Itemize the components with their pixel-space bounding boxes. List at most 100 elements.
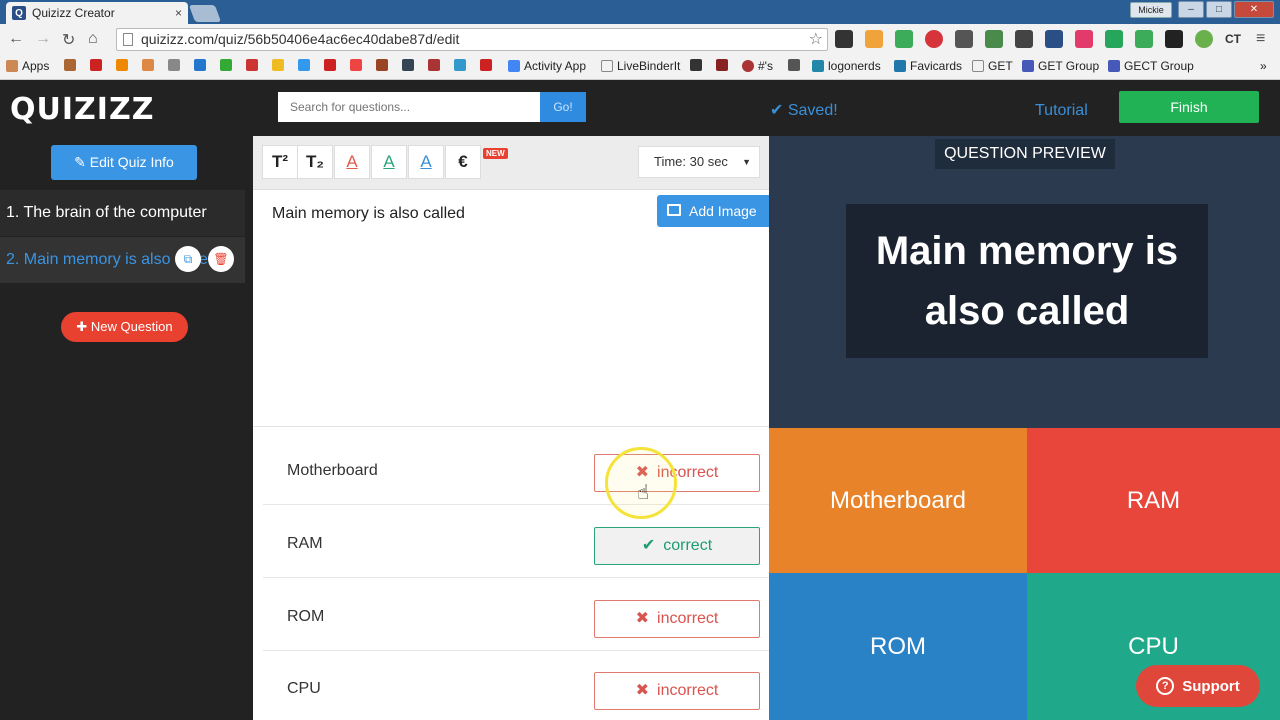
bookmark-favicon-icon <box>298 59 310 71</box>
back-icon[interactable]: ← <box>8 30 24 48</box>
extension-icon[interactable] <box>1165 30 1183 48</box>
edit-quiz-info-button[interactable]: ✎ Edit Quiz Info <box>51 145 197 180</box>
address-bar[interactable]: quizizz.com/quiz/56b50406e4ac6ec40dabe87… <box>116 28 828 51</box>
bookmark-activity-app[interactable]: Activity App <box>508 59 586 73</box>
support-button[interactable]: ? Support <box>1136 665 1260 707</box>
home-icon[interactable]: ⌂ <box>88 30 98 48</box>
answer-status-button-2[interactable]: ✔ correct <box>594 527 760 565</box>
answer-text-1[interactable]: Motherboard <box>287 462 378 480</box>
bookmark-hashes[interactable]: #'s <box>742 59 773 73</box>
bookmark-gect-group[interactable]: GECT Group <box>1108 59 1194 73</box>
answer-status-button-1[interactable]: ✖ incorrect <box>594 454 760 492</box>
answer-text-2[interactable]: RAM <box>287 535 323 553</box>
answer-status-button-4[interactable]: ✖ incorrect <box>594 672 760 710</box>
drive-icon[interactable] <box>895 30 913 48</box>
extension-icon[interactable] <box>985 30 1003 48</box>
window-close-icon[interactable]: ✕ <box>1234 1 1274 18</box>
extension-icon[interactable] <box>865 30 883 48</box>
preview-option-1: Motherboard <box>769 428 1027 573</box>
pinterest-icon[interactable] <box>925 30 943 48</box>
bookmark-icon-only[interactable] <box>64 59 76 71</box>
answer-text-4[interactable]: CPU <box>287 680 321 698</box>
bookmark-icon-only[interactable] <box>116 59 128 71</box>
question-text-field[interactable]: Main memory is also called <box>272 205 465 223</box>
format-toolbar: T² T₂ A A A € NEW Time: 30 sec ▼ <box>253 136 769 190</box>
menu-icon[interactable]: ≡ <box>1256 30 1265 48</box>
bookmark-favicards[interactable]: Favicards <box>894 59 962 73</box>
question-item-1[interactable]: 1. The brain of the computer <box>0 190 245 236</box>
browser-tab[interactable]: Q Quizizz Creator × <box>6 2 188 24</box>
subscript-button[interactable]: T₂ <box>297 145 333 179</box>
bookmark-icon-only[interactable] <box>454 59 466 71</box>
trash-icon[interactable]: 🗑 <box>208 246 234 272</box>
duplicate-icon[interactable]: ⧉ <box>175 246 201 272</box>
answers-divider <box>253 426 769 427</box>
bookmark-get[interactable]: GET <box>972 59 1013 73</box>
add-image-button[interactable]: Add Image <box>657 195 769 227</box>
finish-button[interactable]: Finish <box>1119 91 1259 123</box>
ct-extension-icon[interactable]: CT <box>1225 32 1241 46</box>
extension-icon[interactable] <box>1195 30 1213 48</box>
search-go-button[interactable]: Go! <box>540 92 586 122</box>
new-tab-button[interactable] <box>188 5 222 22</box>
download-icon <box>788 59 800 71</box>
question-list-sidebar: ✎ Edit Quiz Info 1. The brain of the com… <box>0 136 253 720</box>
bookmark-livebinderit[interactable]: LiveBinderIt <box>601 59 680 73</box>
new-question-button[interactable]: ✚ New Question <box>61 312 188 342</box>
text-color-blue-button[interactable]: A <box>408 145 444 179</box>
heart-icon <box>90 59 102 71</box>
extension-icon[interactable] <box>1075 30 1093 48</box>
classroom-icon[interactable] <box>1105 30 1123 48</box>
bookmark-favicon-icon <box>220 59 232 71</box>
bookmark-favicon-icon <box>428 59 440 71</box>
bookmark-icon-only[interactable] <box>402 59 414 71</box>
bookmark-icon-only[interactable] <box>90 59 102 71</box>
time-select[interactable]: Time: 30 sec ▼ <box>638 146 760 178</box>
currency-button[interactable]: € <box>445 145 481 179</box>
superscript-button[interactable]: T² <box>262 145 298 179</box>
bookmark-icon-only[interactable] <box>246 59 258 71</box>
bookmark-logonerds[interactable]: logonerds <box>812 59 881 73</box>
check-icon: ✔ <box>641 537 656 554</box>
bookmarks-overflow-icon[interactable]: » <box>1260 59 1267 73</box>
quizizz-logo[interactable]: QUIZIZZ <box>10 92 154 127</box>
tab-close-icon[interactable]: × <box>175 6 182 20</box>
app-header: QUIZIZZ Go! ✔ Saved! Tutorial Finish <box>0 80 1280 136</box>
bookmark-favicon-icon <box>168 59 180 71</box>
extension-icon[interactable] <box>1135 30 1153 48</box>
bookmark-get-group[interactable]: GET Group <box>1022 59 1099 73</box>
bookmark-icon-only[interactable] <box>716 59 728 71</box>
bookmark-icon-only[interactable] <box>350 59 362 71</box>
bookmark-icon-only[interactable] <box>480 59 492 71</box>
bookmark-icon-only[interactable] <box>168 59 180 71</box>
text-color-red-button[interactable]: A <box>334 145 370 179</box>
bookmark-apps[interactable]: Apps <box>6 59 49 73</box>
forward-icon[interactable]: → <box>35 30 51 48</box>
tutorial-link[interactable]: Tutorial <box>1035 102 1088 120</box>
reload-icon[interactable]: ↻ <box>62 30 75 50</box>
bookmark-icon-only[interactable] <box>272 59 284 71</box>
extension-icon[interactable] <box>1045 30 1063 48</box>
maximize-icon[interactable]: □ <box>1206 1 1232 18</box>
bookmark-icon-only[interactable] <box>194 59 206 71</box>
bookmark-icon-only[interactable] <box>788 59 800 71</box>
bookmark-favicon-icon <box>246 59 258 71</box>
bookmark-icon-only[interactable] <box>220 59 232 71</box>
url-text: quizizz.com/quiz/56b50406e4ac6ec40dabe87… <box>141 31 460 47</box>
bookmark-icon-only[interactable] <box>142 59 154 71</box>
bookmark-icon-only[interactable] <box>428 59 440 71</box>
bookmark-icon-only[interactable] <box>690 59 702 71</box>
bookmark-icon-only[interactable] <box>376 59 388 71</box>
dnd-extension-icon[interactable] <box>835 30 853 48</box>
bookmark-icon-only[interactable] <box>324 59 336 71</box>
extension-icon[interactable] <box>955 30 973 48</box>
extension-icon[interactable] <box>1015 30 1033 48</box>
profile-badge[interactable]: Mickie <box>1130 2 1172 18</box>
minimize-icon[interactable]: – <box>1178 1 1204 18</box>
bookmark-icon-only[interactable] <box>298 59 310 71</box>
question-search-input[interactable] <box>278 92 541 122</box>
answer-text-3[interactable]: ROM <box>287 608 324 626</box>
text-color-green-button[interactable]: A <box>371 145 407 179</box>
answer-status-button-3[interactable]: ✖ incorrect <box>594 600 760 638</box>
bookmark-star-icon[interactable]: ☆ <box>809 29 823 50</box>
